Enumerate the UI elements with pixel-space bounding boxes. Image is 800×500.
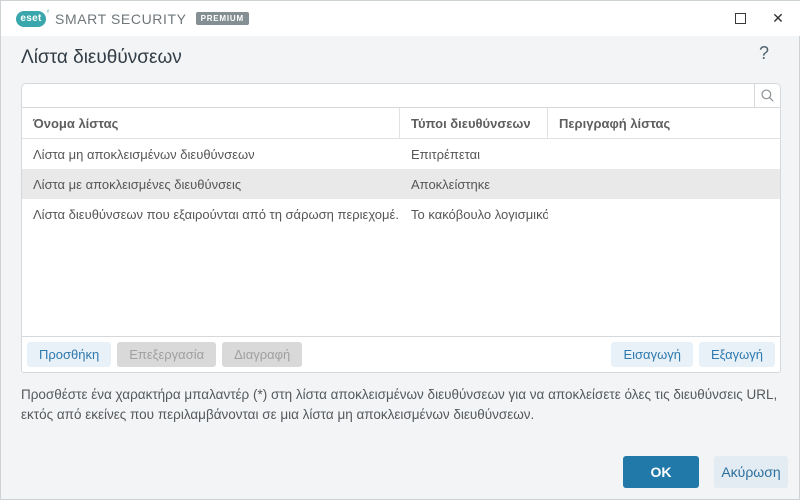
eset-address-list-window: { "window": { "brand": { "logo_text": "e… [0,0,800,500]
close-button[interactable]: ✕ [765,6,791,32]
add-button[interactable]: Προσθήκη [27,342,111,367]
column-header-list-name[interactable]: Όνομα λίστας [22,108,400,138]
cell-list-name: Λίστα μη αποκλεισμένων διευθύνσεων [22,139,400,169]
product-name: SMART SECURITY [55,11,187,27]
hint-text: Προσθέστε ένα χαρακτήρα μπαλαντέρ (*) στ… [21,385,779,425]
maximize-icon [735,13,746,24]
cell-list-description [548,169,780,199]
eset-logo-icon: eset [16,11,46,27]
table-row-blocked-list[interactable]: Λίστα με αποκλεισμένες διευθύνσεις Αποκλ… [22,169,780,199]
cancel-button[interactable]: Ακύρωση [714,456,788,488]
page-title: Λίστα διευθύνσεων [21,47,182,69]
window-controls: ✕ [727,6,791,32]
cell-list-description [548,139,780,169]
maximize-button[interactable] [727,6,753,32]
premium-badge: PREMIUM [196,12,249,25]
cell-address-type: Επιτρέπεται [400,139,548,169]
table-header: Όνομα λίστας Τύποι διευθύνσεων Περιγραφή… [22,108,780,139]
help-icon[interactable]: ? [754,43,774,64]
import-button[interactable]: Εισαγωγή [611,342,692,367]
export-button[interactable]: Εξαγωγή [699,342,775,367]
delete-button[interactable]: Διαγραφή [222,342,302,367]
cell-list-name: Λίστα διευθύνσεων που εξαιρούνται από τη… [22,199,400,229]
search-input[interactable] [22,84,754,107]
address-list-panel: Όνομα λίστας Τύποι διευθύνσεων Περιγραφή… [21,83,781,373]
table-empty-area [22,229,780,336]
cell-address-type: Αποκλείστηκε [400,169,548,199]
cell-list-name: Λίστα με αποκλεισμένες διευθύνσεις [22,169,400,199]
table-row-allowed-list[interactable]: Λίστα μη αποκλεισμένων διευθύνσεων Επιτρ… [22,139,780,169]
column-header-list-description[interactable]: Περιγραφή λίστας [548,108,780,138]
ok-button[interactable]: OK [623,456,699,488]
window-titlebar: eset SMART SECURITY PREMIUM ✕ [1,1,800,36]
search-icon [760,88,775,103]
close-icon: ✕ [772,10,784,27]
table-row-excluded-list[interactable]: Λίστα διευθύνσεων που εξαιρούνται από τη… [22,199,780,229]
table-actions-bar: Προσθήκη Επεξεργασία Διαγραφή Εισαγωγή Ε… [22,336,780,372]
column-header-address-types[interactable]: Τύποι διευθύνσεων [400,108,548,138]
cell-address-type: Το κακόβουλο λογισμικό ... [400,199,548,229]
eset-brand: eset SMART SECURITY PREMIUM [16,11,249,27]
edit-button[interactable]: Επεξεργασία [117,342,216,367]
search-button[interactable] [754,84,780,107]
search-bar [22,84,780,108]
cell-list-description [548,199,780,229]
